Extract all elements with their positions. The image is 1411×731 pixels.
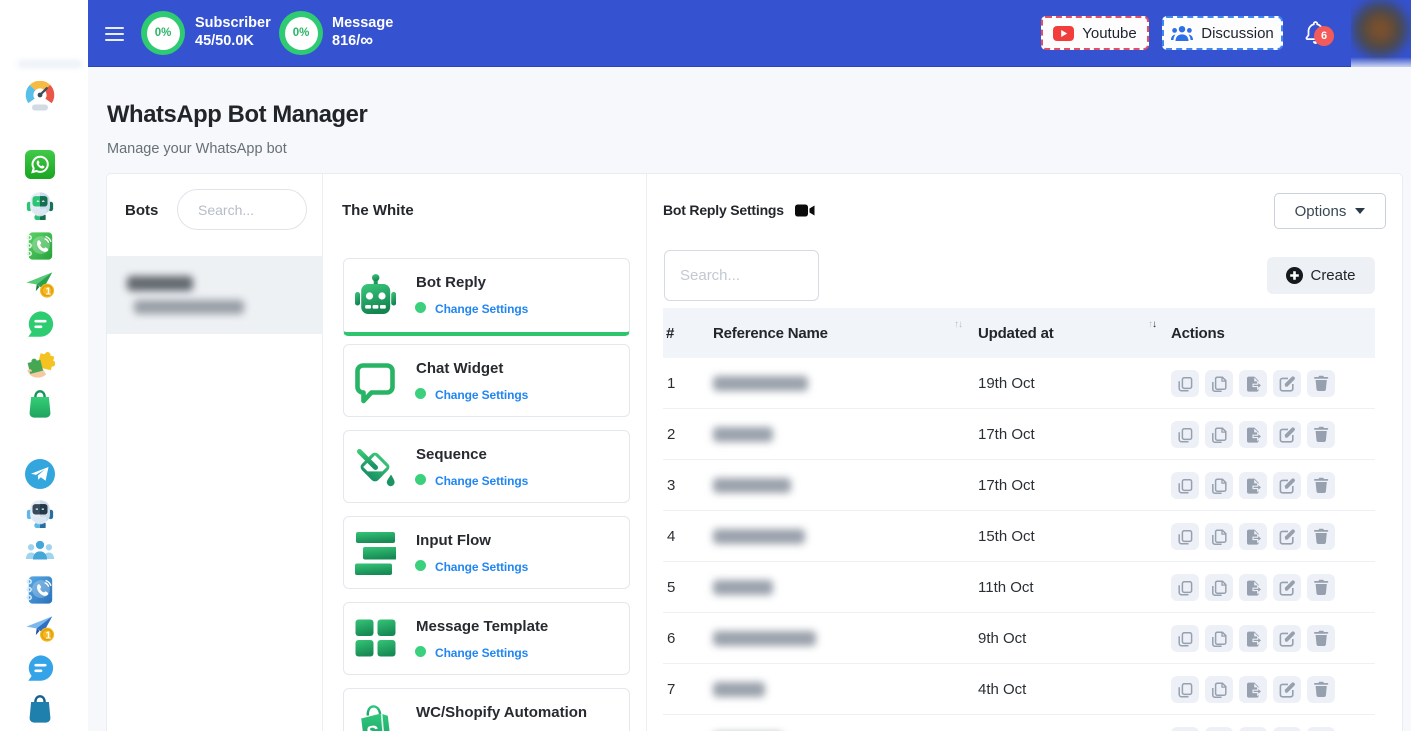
- svg-text:1: 1: [45, 631, 51, 642]
- svg-text:S: S: [366, 723, 380, 731]
- svg-text:1: 1: [45, 287, 51, 298]
